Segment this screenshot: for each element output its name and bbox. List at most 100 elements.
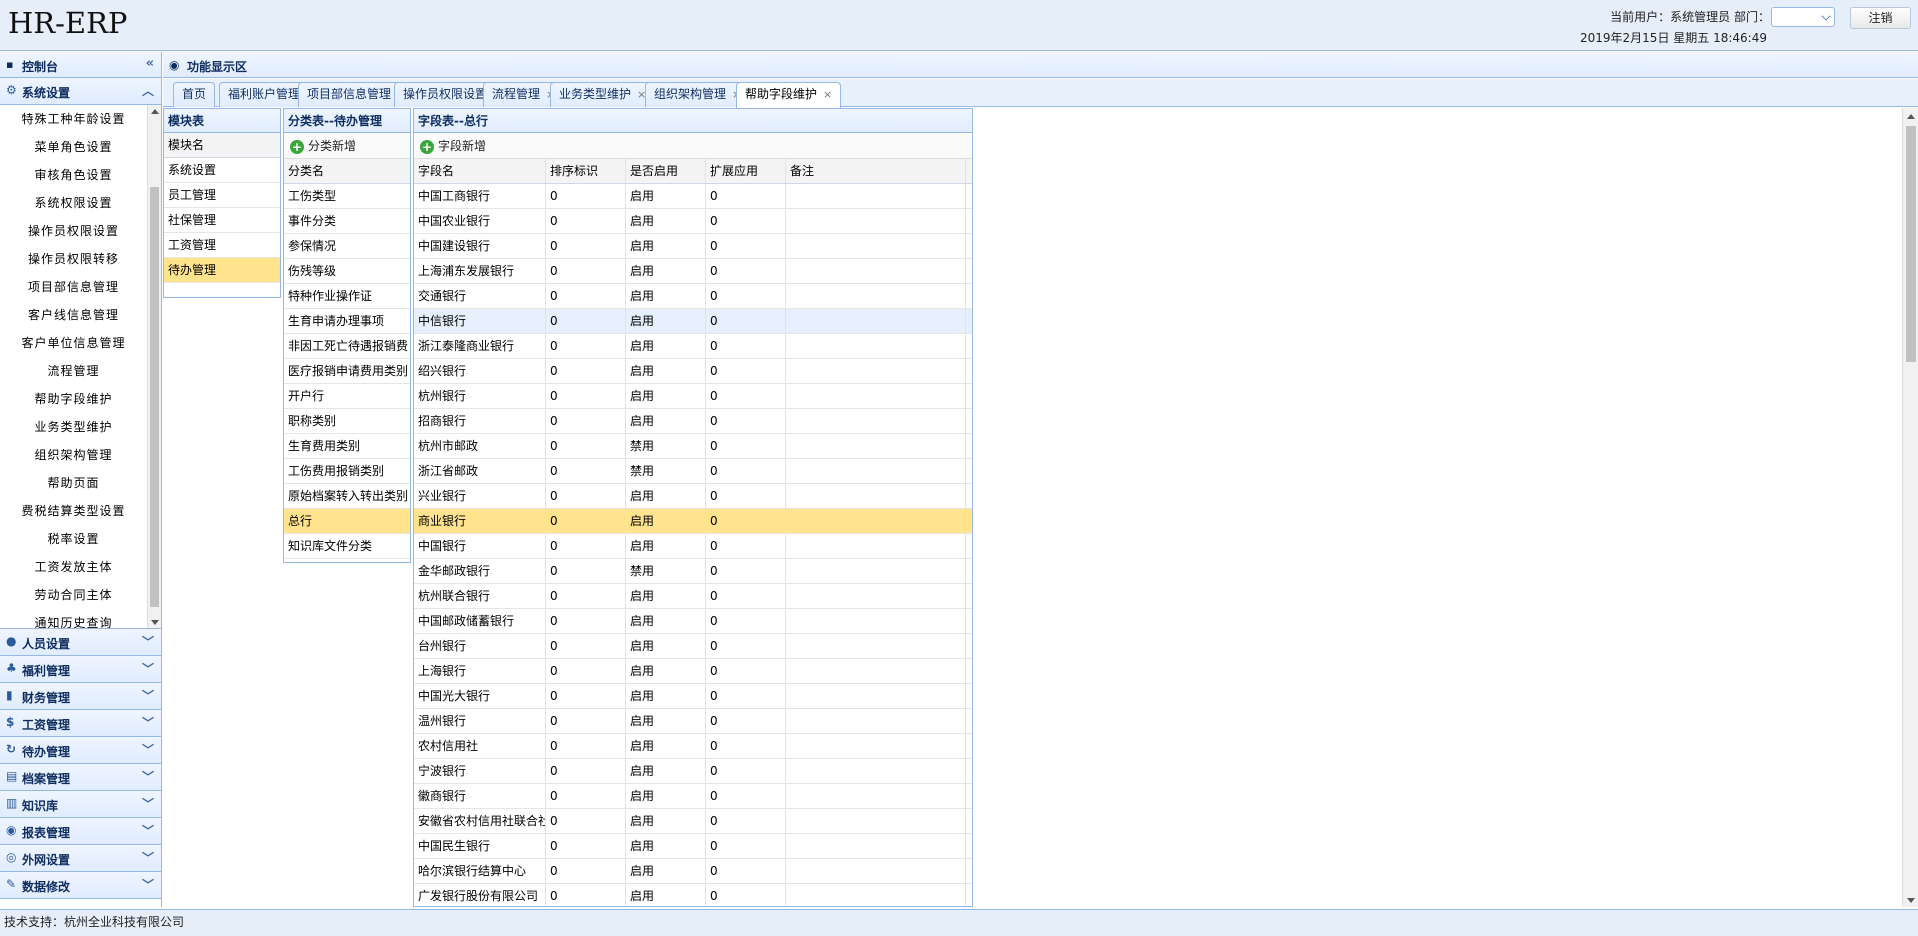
- table-row[interactable]: 职称类别: [284, 409, 410, 434]
- chevron-down-icon[interactable]: ﹀: [142, 768, 154, 785]
- table-row[interactable]: 哈尔滨银行结算中心 0 启用 0: [414, 859, 972, 884]
- sidebar-menu-item[interactable]: 费税结算类型设置: [0, 497, 161, 525]
- chevron-down-icon[interactable]: ﹀: [142, 714, 154, 731]
- table-row[interactable]: 参保情况: [284, 234, 410, 259]
- sidebar-menu-item[interactable]: 项目部信息管理: [0, 273, 161, 301]
- sidebar-group[interactable]: ↻ 待办管理 ﹀: [0, 737, 161, 764]
- table-row[interactable]: 生育费用类别: [284, 434, 410, 459]
- table-row[interactable]: 事件分类: [284, 209, 410, 234]
- table-row[interactable]: 原始档案转入转出类别: [284, 484, 410, 509]
- sidebar-menu-item[interactable]: 客户单位信息管理: [0, 329, 161, 357]
- sidebar-group[interactable]: ✎ 数据修改 ﹀: [0, 872, 161, 899]
- table-row[interactable]: 广发银行股份有限公司 0 启用 0: [414, 884, 972, 906]
- table-row[interactable]: 杭州银行 0 启用 0: [414, 384, 972, 409]
- table-row[interactable]: 上海浦东发展银行 0 启用 0: [414, 259, 972, 284]
- table-row[interactable]: 工伤费用报销类别: [284, 459, 410, 484]
- sidebar-menu-item[interactable]: 税率设置: [0, 525, 161, 553]
- sidebar-menu-item[interactable]: 流程管理: [0, 357, 161, 385]
- table-row[interactable]: 绍兴银行 0 启用 0: [414, 359, 972, 384]
- table-row[interactable]: 中国工商银行 0 启用 0: [414, 184, 972, 209]
- sidebar-menu-item[interactable]: 菜单角色设置: [0, 133, 161, 161]
- table-row[interactable]: 中国光大银行 0 启用 0: [414, 684, 972, 709]
- column-header[interactable]: 排序标识: [546, 159, 626, 183]
- tab[interactable]: 帮助字段维护 ×: [736, 82, 842, 108]
- table-row[interactable]: 农村信用社 0 启用 0: [414, 734, 972, 759]
- table-row[interactable]: 知识库文件分类: [284, 534, 410, 559]
- table-row[interactable]: 待办管理: [164, 258, 280, 283]
- sidebar-menu-item[interactable]: 组织架构管理: [0, 441, 161, 469]
- table-row[interactable]: 招商银行 0 启用 0: [414, 409, 972, 434]
- chevron-up-icon[interactable]: ︿: [142, 82, 154, 99]
- table-row[interactable]: 中国农业银行 0 启用 0: [414, 209, 972, 234]
- sidebar-group[interactable]: ▥ 知识库 ﹀: [0, 791, 161, 818]
- sidebar-group[interactable]: ♣ 福利管理 ﹀: [0, 656, 161, 683]
- collapse-icon[interactable]: «: [146, 57, 154, 71]
- table-row[interactable]: 兴业银行 0 启用 0: [414, 484, 972, 509]
- table-row[interactable]: 非因工死亡待遇报销费: [284, 334, 410, 359]
- sidebar-menu-item[interactable]: 客户线信息管理: [0, 301, 161, 329]
- chevron-down-icon[interactable]: ﹀: [142, 822, 154, 839]
- chevron-down-icon[interactable]: ﹀: [142, 633, 154, 650]
- table-row[interactable]: 浙江泰隆商业银行 0 启用 0: [414, 334, 972, 359]
- table-row[interactable]: 总行: [284, 509, 410, 534]
- table-row[interactable]: 杭州联合银行 0 启用 0: [414, 584, 972, 609]
- add-field-button[interactable]: + 字段新增: [420, 139, 486, 154]
- sidebar-menu-item[interactable]: 业务类型维护: [0, 413, 161, 441]
- tab[interactable]: 业务类型维护 ×: [550, 82, 656, 107]
- table-row[interactable]: 特种作业操作证: [284, 284, 410, 309]
- sidebar-group[interactable]: ▤ 档案管理 ﹀: [0, 764, 161, 791]
- table-row[interactable]: 中国银行 0 启用 0: [414, 534, 972, 559]
- page-scrollbar[interactable]: [1902, 108, 1918, 907]
- table-row[interactable]: 中国邮政储蓄银行 0 启用 0: [414, 609, 972, 634]
- sidebar-group[interactable]: ◉ 报表管理 ﹀: [0, 818, 161, 845]
- close-icon[interactable]: ×: [823, 88, 832, 101]
- table-row[interactable]: 徽商银行 0 启用 0: [414, 784, 972, 809]
- column-header[interactable]: 是否启用: [626, 159, 706, 183]
- table-row[interactable]: 温州银行 0 启用 0: [414, 709, 972, 734]
- table-row[interactable]: 金华邮政银行 0 禁用 0: [414, 559, 972, 584]
- logout-button[interactable]: 注销: [1850, 7, 1911, 29]
- column-header[interactable]: 备注: [786, 159, 966, 183]
- table-row[interactable]: 工资管理: [164, 233, 280, 258]
- table-row[interactable]: 宁波银行 0 启用 0: [414, 759, 972, 784]
- sidebar-scrollbar[interactable]: [147, 105, 161, 628]
- scroll-up-icon[interactable]: [1907, 114, 1915, 119]
- sidebar-menu-item[interactable]: 系统权限设置: [0, 189, 161, 217]
- column-header[interactable]: 扩展应用: [706, 159, 786, 183]
- sidebar-group-system[interactable]: ⚙ 系统设置 ︿: [0, 78, 161, 105]
- table-row[interactable]: 中国民生银行 0 启用 0: [414, 834, 972, 859]
- table-row[interactable]: 浙江省邮政 0 禁用 0: [414, 459, 972, 484]
- table-row[interactable]: 交通银行 0 启用 0: [414, 284, 972, 309]
- table-row[interactable]: 医疗报销申请费用类别: [284, 359, 410, 384]
- sidebar-group[interactable]: $ 工资管理 ﹀: [0, 710, 161, 737]
- chevron-down-icon[interactable]: ﹀: [142, 741, 154, 758]
- sidebar-menu-item[interactable]: 操作员权限转移: [0, 245, 161, 273]
- scroll-up-icon[interactable]: [151, 109, 159, 114]
- sidebar-group[interactable]: ▮ 财务管理 ﹀: [0, 683, 161, 710]
- chevron-down-icon[interactable]: ﹀: [142, 795, 154, 812]
- table-row[interactable]: 伤残等级: [284, 259, 410, 284]
- table-row[interactable]: 商业银行 0 启用 0: [414, 509, 972, 534]
- table-row[interactable]: 安徽省农村信用社联合社0 启用 0: [414, 809, 972, 834]
- table-row[interactable]: 系统设置: [164, 158, 280, 183]
- sidebar-menu-item[interactable]: 操作员权限设置: [0, 217, 161, 245]
- sidebar-menu-item[interactable]: 劳动合同主体: [0, 581, 161, 609]
- sidebar-menu-item[interactable]: 通知历史查询: [0, 609, 161, 628]
- scroll-thumb[interactable]: [1906, 126, 1916, 362]
- sidebar-group[interactable]: ◎ 外网设置 ﹀: [0, 845, 161, 872]
- tab[interactable]: 首页: [173, 82, 216, 107]
- sidebar-menu-item[interactable]: 帮助页面: [0, 469, 161, 497]
- table-row[interactable]: 开户行: [284, 384, 410, 409]
- table-row[interactable]: 员工管理: [164, 183, 280, 208]
- table-row[interactable]: 中国建设银行 0 启用 0: [414, 234, 972, 259]
- chevron-down-icon[interactable]: ﹀: [142, 687, 154, 704]
- sidebar-menu-item[interactable]: 帮助字段维护: [0, 385, 161, 413]
- table-row[interactable]: 工伤类型: [284, 184, 410, 209]
- table-row[interactable]: 台州银行 0 启用 0: [414, 634, 972, 659]
- sidebar-menu-item[interactable]: 工资发放主体: [0, 553, 161, 581]
- table-row[interactable]: 上海银行 0 启用 0: [414, 659, 972, 684]
- add-category-button[interactable]: + 分类新增: [290, 139, 356, 154]
- table-row[interactable]: 杭州市邮政 0 禁用 0: [414, 434, 972, 459]
- scroll-down-icon[interactable]: [151, 620, 159, 625]
- scroll-thumb[interactable]: [150, 187, 159, 607]
